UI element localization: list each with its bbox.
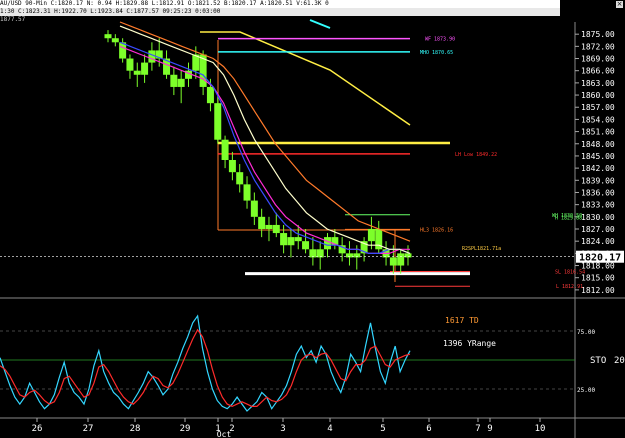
y-tick-label: 1827.00 <box>581 225 615 234</box>
candle-body <box>397 253 405 266</box>
candle-body <box>389 257 397 266</box>
level-label: HL3 1826.16 <box>420 227 453 233</box>
candle-body <box>141 62 149 75</box>
y-tick-label: 1857.00 <box>581 103 615 112</box>
y-tick-label: 1875.00 <box>581 30 615 39</box>
candle-body <box>148 50 156 63</box>
x-tick-label: 3 <box>280 424 285 434</box>
y-tick-label: 1812.00 <box>581 286 615 295</box>
y-tick-label: 1866.00 <box>581 67 615 76</box>
x-month-label: Oct <box>217 430 232 438</box>
candle-body <box>236 172 244 185</box>
candle-body <box>250 200 258 217</box>
x-tick-label: 7 <box>475 424 480 434</box>
x-tick-label: 5 <box>380 424 385 434</box>
y-tick-label: 1845.00 <box>581 152 615 161</box>
candle-body <box>177 78 185 87</box>
level-label: H 1829.88 <box>555 215 582 221</box>
candle-body <box>324 237 332 250</box>
y-tick-label: 1842.00 <box>581 164 615 173</box>
candle-body <box>367 229 375 242</box>
y-tick-label: 1824.00 <box>581 237 615 246</box>
candle-body <box>294 237 302 242</box>
x-tick-label: 10 <box>535 424 546 434</box>
y-tick-label: 1854.00 <box>581 115 615 124</box>
y-tick-label: 1815.00 <box>581 274 615 283</box>
stoch-level-label: 75.00 <box>577 329 595 336</box>
x-tick-label: 4 <box>327 424 332 434</box>
candle-body <box>104 34 112 39</box>
trend-line-cyan <box>309 19 331 29</box>
level-label: L 1812.91 <box>556 284 583 290</box>
level-label: MHO 1870.65 <box>420 50 453 56</box>
candle-body <box>228 160 236 173</box>
y-tick-label: 1830.00 <box>581 213 615 222</box>
level-label: LH Low 1849.22 <box>455 152 497 158</box>
moving-average-line <box>119 21 411 242</box>
candle-body <box>316 249 324 258</box>
y-tick-label: 1851.00 <box>581 128 615 137</box>
chart-window: AU/USD 90-Min C:1820.17 N: 0.94 H:1829.8… <box>0 0 625 438</box>
candle-body <box>287 237 295 246</box>
candle-body <box>221 139 229 160</box>
yrange-label: 1396 YRange <box>443 339 496 348</box>
stoch-line <box>0 314 411 412</box>
x-tick-label: 9 <box>487 424 492 434</box>
stoch-line <box>0 328 411 408</box>
y-tick-label: 1860.00 <box>581 91 615 100</box>
price-chart: 1875.00 1872.00 1869.00 1866.00 1863.00 1860.… <box>0 19 625 438</box>
x-tick-label: 6 <box>426 424 431 434</box>
x-tick-label: 27 <box>83 424 94 434</box>
candle-body <box>258 216 266 229</box>
y-tick-label: 1839.00 <box>581 176 615 185</box>
x-tick-label: 28 <box>130 424 141 434</box>
candle-body <box>272 224 280 234</box>
stoch-indicator-value: 20 <box>614 356 625 366</box>
candle-body <box>265 224 273 229</box>
candle-body <box>280 233 288 246</box>
y-tick-label: 1833.00 <box>581 201 615 210</box>
level-label: WF 1873.90 <box>425 37 455 43</box>
td-label: 1617 TD <box>445 316 479 325</box>
candle-body <box>206 86 214 104</box>
stoch-indicator-label: STO <box>590 356 606 366</box>
candle-body <box>111 38 119 43</box>
level-label: SL 1816.54 <box>555 269 585 275</box>
candle-body <box>214 103 222 140</box>
x-tick-label: 29 <box>180 424 191 434</box>
candle-body <box>302 241 310 250</box>
candle-body <box>133 70 141 75</box>
current-price-label: 1820.17 <box>579 253 621 264</box>
trend-line <box>200 31 411 126</box>
candle-body <box>126 58 134 71</box>
x-tick-label: 26 <box>32 424 43 434</box>
candle-body <box>243 184 251 201</box>
level-label: R2SPL1821.71a <box>462 246 501 252</box>
candle-body <box>309 249 317 258</box>
y-tick-label: 1863.00 <box>581 79 615 88</box>
y-tick-label: 1872.00 <box>581 42 615 51</box>
y-tick-label: 1848.00 <box>581 140 615 149</box>
y-tick-label: 1836.00 <box>581 188 615 197</box>
candle-body <box>170 74 178 87</box>
y-tick-label: 1869.00 <box>581 55 615 64</box>
stoch-level-label: 25.00 <box>577 387 595 394</box>
